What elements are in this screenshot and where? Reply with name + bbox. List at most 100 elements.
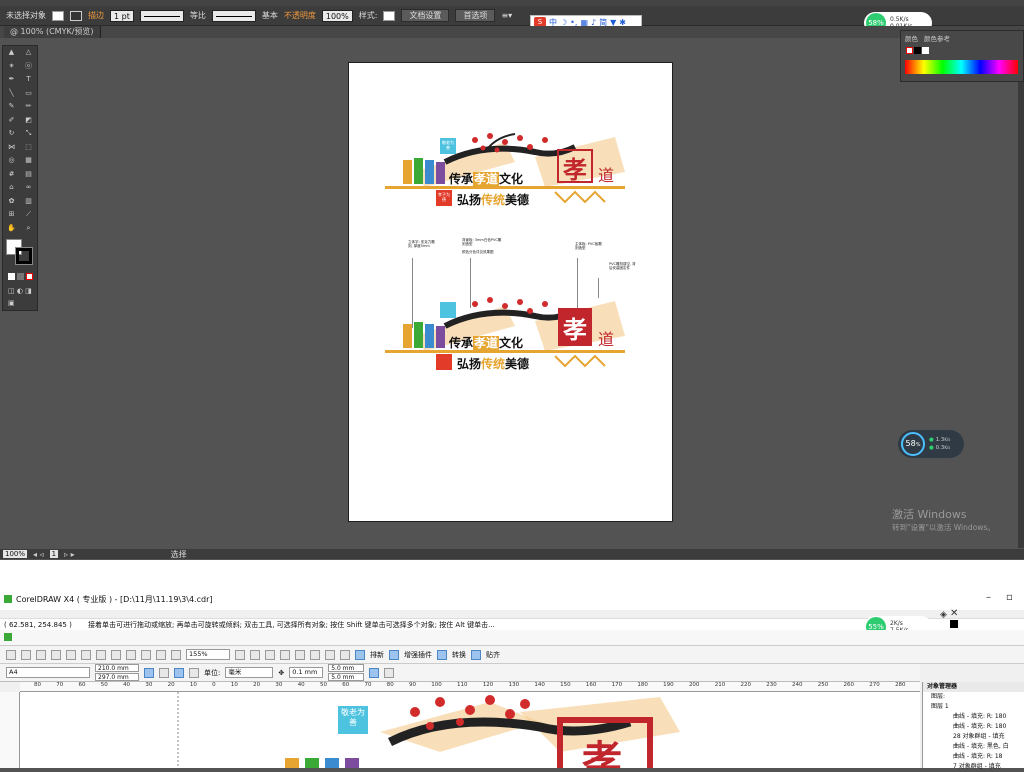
page-field[interactable]: 1 bbox=[49, 550, 59, 558]
convert-icon[interactable] bbox=[437, 649, 447, 660]
magic-wand-icon[interactable]: ✶ bbox=[7, 62, 17, 71]
object-manager-item[interactable]: 28 对象群组 - 填充 bbox=[923, 732, 1024, 742]
fill-swatch[interactable] bbox=[52, 10, 64, 21]
document-tab[interactable]: @ 100% (CMYK/预览) bbox=[4, 26, 101, 38]
new-document-icon[interactable] bbox=[6, 649, 16, 660]
stroke-color-box[interactable] bbox=[15, 247, 33, 265]
drawing-mode-icons[interactable]: ◫ ◐ ◨ bbox=[8, 287, 36, 295]
white-swatch[interactable] bbox=[922, 47, 929, 54]
opacity-field[interactable]: 100% bbox=[321, 9, 353, 22]
direct-selection-tool-icon[interactable]: △ bbox=[24, 48, 34, 57]
shape-builder-icon[interactable]: ◎ bbox=[7, 156, 17, 165]
nudge-field[interactable]: 0.1 mm bbox=[289, 667, 324, 678]
perspective-icon[interactable]: ▦ bbox=[24, 156, 34, 165]
save-icon[interactable] bbox=[36, 649, 46, 660]
duplicate-x-field[interactable]: 5.0 mm bbox=[328, 664, 365, 672]
none-swatch[interactable] bbox=[906, 47, 913, 54]
object-manager-item[interactable]: 曲线 - 填充: R: 180 bbox=[923, 712, 1024, 722]
publish-icon[interactable] bbox=[171, 649, 181, 660]
landscape-icon[interactable] bbox=[159, 667, 169, 678]
color-mode-icons[interactable] bbox=[8, 273, 36, 281]
enhance-plugin-icon[interactable] bbox=[389, 649, 399, 660]
zoom-selected-icon[interactable] bbox=[265, 649, 275, 660]
import-icon[interactable] bbox=[141, 649, 151, 660]
all-pages-icon[interactable] bbox=[174, 667, 184, 678]
object-manager-item[interactable]: 图层 1 bbox=[923, 702, 1024, 712]
width-tool-icon[interactable]: ⋈ bbox=[7, 143, 17, 152]
variable-width-profile[interactable] bbox=[139, 9, 184, 22]
object-manager-item[interactable]: 曲线 - 填充: R: 180 bbox=[923, 722, 1024, 732]
zoom-level-select[interactable]: 155% bbox=[186, 649, 230, 660]
symbol-sprayer-icon[interactable]: ✿ bbox=[7, 197, 17, 206]
object-manager-item[interactable]: 曲线 - 填充: 黑色, 白 bbox=[923, 742, 1024, 752]
panel-tab-color-guide[interactable]: 颜色参考 bbox=[924, 33, 950, 43]
arrange-plugin-icon[interactable] bbox=[355, 649, 365, 660]
design-mockup-bottom[interactable]: 孝 道 传承孝道文化 弘扬传统美德 bbox=[385, 296, 630, 378]
rotate-icon[interactable]: ↻ bbox=[7, 129, 17, 138]
toolbar-button-enhance[interactable]: 增强插件 bbox=[404, 650, 432, 660]
toolbar-button-convert[interactable]: 转换 bbox=[452, 650, 466, 660]
ai-vertical-scrollbar[interactable] bbox=[1018, 82, 1024, 548]
eraser-icon[interactable]: ◩ bbox=[24, 116, 34, 125]
black-fill-swatch[interactable] bbox=[950, 620, 958, 628]
preferences-button[interactable]: 首选项 bbox=[455, 9, 496, 22]
duplicate-y-field[interactable]: 5.0 mm bbox=[328, 673, 365, 681]
toolbar-button-arrange[interactable]: 排新 bbox=[370, 650, 384, 660]
paste-icon[interactable] bbox=[96, 649, 106, 660]
paintbrush-icon[interactable]: ✎ bbox=[7, 102, 17, 111]
color-spectrum[interactable] bbox=[905, 60, 1018, 74]
object-manager-item[interactable]: 曲线 - 填充: R: 18 bbox=[923, 752, 1024, 762]
stroke-label[interactable]: 描边 bbox=[88, 10, 104, 21]
zoom-out-icon[interactable] bbox=[250, 649, 260, 660]
zoom-width-icon[interactable] bbox=[310, 649, 320, 660]
black-swatch[interactable] bbox=[914, 47, 921, 54]
zoom-all-icon[interactable] bbox=[280, 649, 290, 660]
portrait-icon[interactable] bbox=[144, 667, 154, 678]
lasso-icon[interactable]: ⓞ bbox=[24, 62, 34, 71]
opacity-label[interactable]: 不透明度 bbox=[284, 10, 316, 21]
page-height-field[interactable]: 297.0 mm bbox=[95, 673, 139, 681]
restore-button[interactable]: ▫ bbox=[1006, 592, 1013, 603]
object-manager-item[interactable]: 图层: bbox=[923, 692, 1024, 702]
stroke-swatch[interactable] bbox=[70, 10, 82, 21]
stroke-weight-field[interactable]: 1 pt bbox=[110, 9, 134, 22]
cd-doc-icon[interactable] bbox=[4, 633, 12, 641]
zoom-field[interactable]: 100% bbox=[3, 550, 28, 558]
scale-icon[interactable]: ⤡ bbox=[24, 129, 34, 138]
blob-brush-icon[interactable]: ✐ bbox=[7, 116, 17, 125]
slice-icon[interactable]: ⟋ bbox=[24, 210, 34, 219]
zoom-height-icon[interactable] bbox=[325, 649, 335, 660]
zoom-in-icon[interactable] bbox=[235, 649, 245, 660]
blend-icon[interactable]: ∞ bbox=[24, 183, 34, 192]
object-manager-item[interactable]: 7 对象群组 - 填充 bbox=[923, 762, 1024, 772]
network-widget-dark[interactable]: 58% ● 1.3K/s ● 0.3K/s bbox=[898, 430, 964, 458]
zoom-tool-icon[interactable]: ⌕ bbox=[24, 224, 34, 233]
units-select[interactable]: 毫米 bbox=[225, 667, 274, 678]
artboard[interactable] bbox=[348, 62, 673, 522]
pencil-icon[interactable]: ✏ bbox=[24, 102, 34, 111]
copy-icon[interactable] bbox=[81, 649, 91, 660]
export-icon[interactable] bbox=[156, 649, 166, 660]
current-page-icon[interactable] bbox=[189, 667, 199, 678]
pen-tool-icon[interactable]: ✒ bbox=[7, 75, 17, 84]
snap-icon[interactable] bbox=[471, 649, 481, 660]
open-icon[interactable] bbox=[21, 649, 31, 660]
line-tool-icon[interactable]: ╲ bbox=[7, 89, 17, 98]
paper-size-select[interactable]: A4 bbox=[6, 667, 90, 678]
eyedropper-icon[interactable]: ⌂ bbox=[7, 183, 17, 192]
minimize-button[interactable]: – bbox=[986, 592, 991, 603]
rectangle-tool-icon[interactable]: ▭ bbox=[24, 89, 34, 98]
undo-icon[interactable] bbox=[111, 649, 121, 660]
mesh-icon[interactable]: # bbox=[7, 170, 17, 179]
panel-tab-color[interactable]: 颜色 bbox=[905, 33, 918, 43]
free-transform-icon[interactable]: ⬚ bbox=[24, 143, 34, 152]
fill-bucket-icon[interactable]: ◈ bbox=[940, 610, 947, 620]
toolbar-button-snap[interactable]: 贴齐 bbox=[486, 650, 500, 660]
style-swatch[interactable] bbox=[383, 10, 396, 21]
print-icon[interactable] bbox=[51, 649, 61, 660]
type-tool-icon[interactable]: T bbox=[24, 75, 34, 84]
redo-icon[interactable] bbox=[126, 649, 136, 660]
page-width-field[interactable]: 210.0 mm bbox=[95, 664, 139, 672]
arrange-icon[interactable]: ≡▾ bbox=[501, 11, 512, 20]
close-x-icon[interactable]: ✕ bbox=[950, 608, 958, 619]
